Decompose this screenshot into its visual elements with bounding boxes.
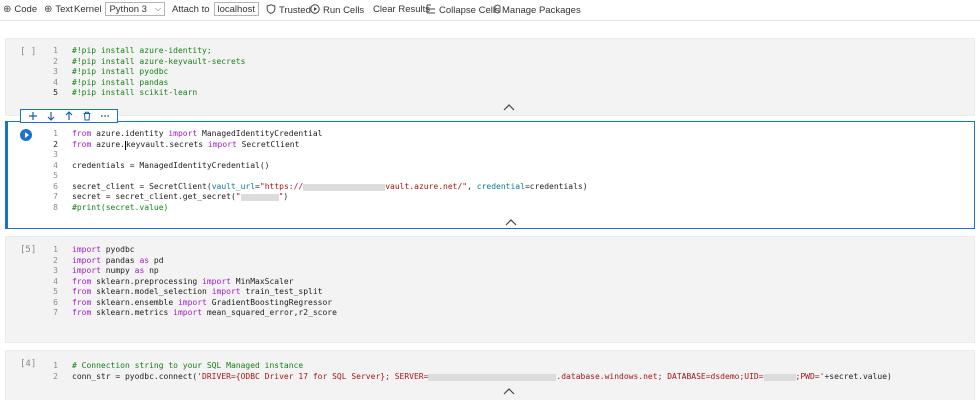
plus-icon: ⊕ (3, 3, 12, 15)
line-number: 4 (53, 276, 58, 286)
trash-icon (83, 111, 91, 121)
chevron-up-icon[interactable] (502, 387, 516, 395)
code-text: secret = secret_client.get_secret(" ") (72, 192, 289, 201)
line-number: 2 (53, 139, 58, 149)
code-text: #!pip install scikit-learn (72, 88, 198, 97)
redacted-text (240, 194, 279, 201)
delete-cell-button[interactable] (81, 110, 93, 122)
line-number: 7 (53, 192, 58, 201)
code-cell-2[interactable]: 1 from azure.identity import ManagedIdent… (5, 121, 975, 229)
kernel-select[interactable]: Python 3 ⌵ (105, 2, 166, 16)
code-text: from sklearn.ensemble import GradientBoo… (72, 297, 333, 307)
add-text-button[interactable]: ⊕ Text (44, 4, 73, 15)
attach-value: localhost (217, 3, 256, 15)
code-text: #!pip install pandas (72, 77, 169, 87)
code-text: secret_client = SecretClient(vault_url="… (72, 181, 588, 191)
chevron-up-icon[interactable] (504, 218, 518, 226)
run-cells-button[interactable]: Run Cells (310, 4, 364, 17)
execution-count: [ ] (20, 47, 37, 57)
code-text: import numpy as np (72, 266, 159, 275)
add-text-label: Text (55, 4, 73, 15)
collapse-icon (426, 4, 436, 17)
move-up-button[interactable] (63, 110, 75, 122)
cell-toolbar (20, 109, 118, 123)
code-cell-3[interactable]: [5] 1 import pyodbc 2 import pandas as pd … (5, 236, 975, 343)
code-text: from sklearn.metrics import mean_squared… (72, 308, 337, 317)
line-number: 4 (53, 77, 58, 87)
line-number: 1 (53, 129, 58, 138)
kernel-value: Python 3 (109, 3, 147, 15)
redacted-text (303, 183, 386, 191)
kernel-label: Kernel (74, 3, 102, 15)
code-text: import pandas as pd (72, 255, 164, 265)
attach-label: Attach to (172, 3, 210, 15)
toolbar-divider (0, 20, 980, 21)
code-text: #!pip install pyodbc (72, 67, 169, 76)
manage-packages-button[interactable]: Manage Packages (494, 4, 581, 17)
line-number: 6 (53, 297, 58, 307)
line-number: 7 (53, 308, 58, 317)
code-text: import pyodbc (72, 245, 135, 254)
trusted-button[interactable]: Trusted (266, 4, 311, 17)
line-number: 1 (53, 361, 58, 370)
execution-count: [5] (20, 245, 37, 255)
run-cell-button[interactable] (20, 129, 32, 141)
package-icon (494, 4, 501, 17)
run-cells-label: Run Cells (323, 5, 365, 16)
attach-select[interactable]: localhost (213, 2, 259, 16)
chevron-up-icon[interactable] (502, 103, 516, 111)
line-number: 3 (53, 266, 58, 275)
trusted-label: Trusted (279, 5, 311, 16)
line-number: 4 (53, 160, 58, 170)
kernel-control: Kernel Python 3 ⌵ (74, 2, 166, 16)
line-number: 5 (53, 88, 58, 97)
line-number: 5 (53, 287, 58, 296)
code-text: #print(secret.value) (72, 202, 169, 212)
code-text: from sklearn.model_selection import trai… (72, 287, 323, 296)
code-text: # Connection string to your SQL Managed … (72, 361, 304, 370)
line-number: 8 (53, 202, 58, 212)
ellipsis-icon (100, 115, 110, 117)
clear-results-label: Clear Results (373, 4, 431, 15)
line-number: 3 (53, 67, 58, 76)
plus-icon: ⊕ (44, 3, 53, 15)
manage-packages-label: Manage Packages (502, 5, 581, 16)
add-cell-button[interactable] (27, 110, 39, 122)
line-number: 2 (53, 255, 58, 265)
code-text: from azure.identity import ManagedIdenti… (72, 129, 323, 138)
arrow-up-icon (65, 111, 73, 120)
line-number: 2 (53, 56, 58, 66)
code-text: from sklearn.preprocessing import MinMax… (72, 276, 294, 286)
chevron-down-icon: ⌵ (154, 4, 162, 13)
code-text: from azure.keyvault.secrets import Secre… (72, 139, 300, 150)
line-number: 5 (53, 171, 58, 180)
add-code-button[interactable]: ⊕ Code (3, 4, 37, 15)
notebook-toolbar: ⊕ Code ⊕ Text Kernel Python 3 ⌵ Attach t… (0, 0, 980, 20)
attach-control: Attach to localhost (172, 2, 259, 16)
code-text: conn_str = pyodbc.connect('DRIVER={ODBC … (72, 371, 892, 381)
collapse-cells-label: Collapse Cells (439, 5, 500, 16)
execution-count: [4] (20, 359, 37, 369)
more-actions-button[interactable] (99, 110, 111, 122)
line-number: 2 (53, 371, 58, 381)
code-text: credentials = ManagedIdentityCredential(… (72, 160, 270, 170)
line-number: 6 (53, 181, 58, 191)
clear-results-button[interactable]: Clear Results (373, 4, 430, 15)
add-code-label: Code (14, 4, 38, 15)
arrow-down-icon (47, 112, 55, 121)
code-cell-4[interactable]: [4] 1 # Connection string to your SQL Man… (5, 350, 975, 400)
code-text: #!pip install azure-keyvault-secrets (72, 56, 246, 66)
shield-icon (266, 4, 276, 17)
play-circle-icon (310, 4, 320, 17)
redacted-text (428, 373, 557, 381)
line-number: 3 (53, 150, 58, 159)
plus-icon (29, 112, 37, 120)
collapse-cells-button[interactable]: Collapse Cells (426, 4, 500, 17)
code-text: #!pip install azure-identity; (72, 46, 212, 55)
line-number: 1 (53, 245, 58, 254)
redacted-text (763, 373, 796, 381)
move-down-button[interactable] (45, 110, 57, 122)
line-number: 1 (53, 46, 58, 55)
code-cell-1[interactable]: [ ] 1 #!pip install azure-identity; 2 #!pi… (5, 38, 975, 116)
